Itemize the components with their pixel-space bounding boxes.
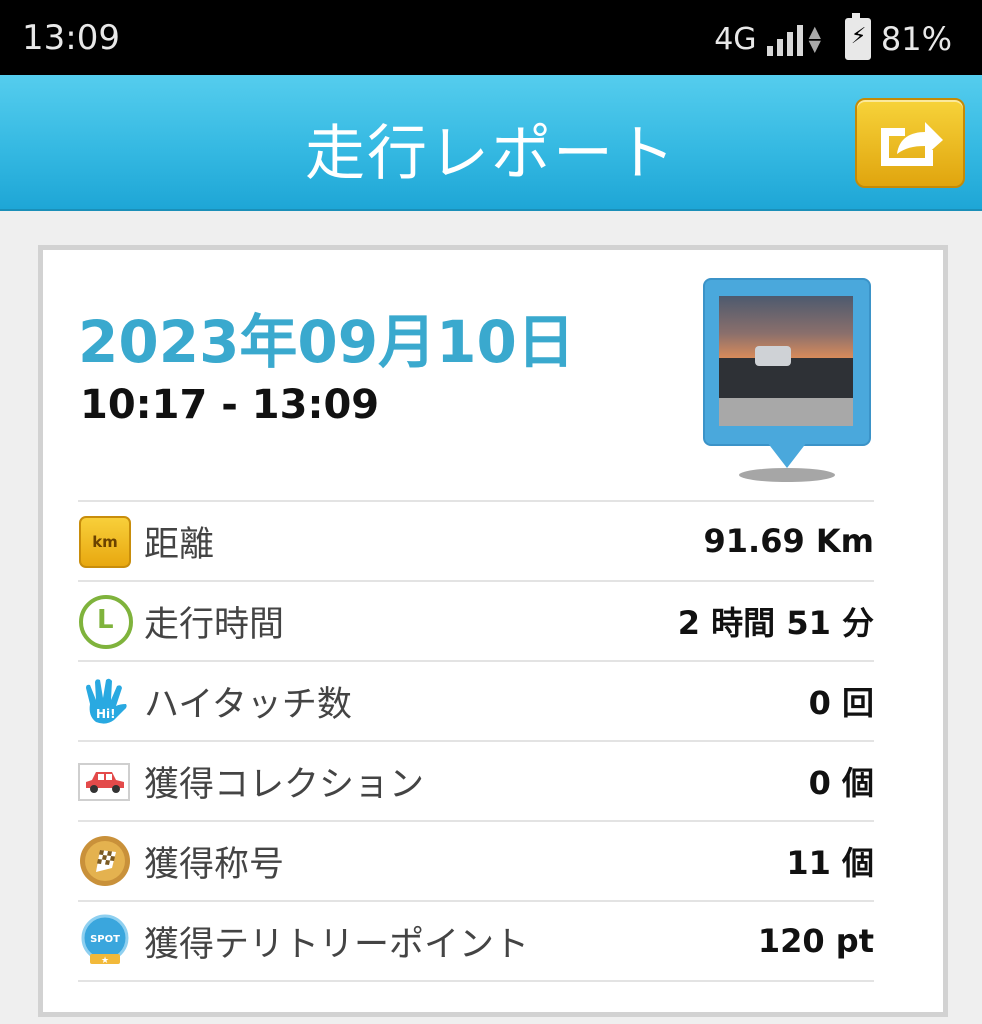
stat-value: 0 回 [808,684,874,722]
status-bar: 13:09 4G ▲ ▼ ⚡ 81% [0,0,982,75]
stat-row-collection: 獲得コレクション 0 個 [78,740,874,820]
stat-value: 120 pt [757,922,874,960]
app-header: 走行レポート [0,75,982,211]
stat-row-distance: km 距離 91.69 Km [78,500,874,580]
photo-pin-thumbnail[interactable] [703,278,873,488]
car-icon [78,754,132,808]
stat-value: 11 個 [786,844,874,882]
page-title: 走行レポート [305,119,677,189]
pin-frame [703,278,871,446]
network-type: 4G [714,21,757,57]
report-card: 2023年09月10日 10:17 - 13:09 km 距離 91.69 Km [38,245,948,1017]
stat-value: 2 時間 51 分 [677,604,874,642]
checkered-flag-medal-icon [78,834,132,888]
share-icon [881,122,943,166]
stat-value: 0 個 [808,764,874,802]
svg-text:SPOT: SPOT [90,934,120,945]
stat-row-drive-time: 走行時間 2 時間 51 分 [78,580,874,660]
stats-list: km 距離 91.69 Km 走行時間 2 時間 51 分 Hi! ハイタッチ数… [78,500,874,982]
stat-row-titles: 獲得称号 11 個 [78,820,874,900]
stat-label: 距離 [144,524,215,565]
data-arrows-icon: ▲ ▼ [808,22,821,55]
stat-label: 獲得コレクション [144,764,425,805]
pin-tail [767,442,807,468]
battery-percent: 81% [880,20,952,58]
stat-label: 獲得称号 [144,844,285,885]
stat-row-territory-points: SPOT ★ 獲得テリトリーポイント 120 pt [78,900,874,982]
stat-label: 走行時間 [144,604,285,645]
stat-label: ハイタッチ数 [144,684,352,725]
trip-photo [719,296,853,426]
stat-label: 獲得テリトリーポイント [144,924,530,965]
svg-text:Hi!: Hi! [96,707,116,721]
report-time-range: 10:17 - 13:09 [80,382,380,428]
status-indicators: 4G ▲ ▼ ⚡ 81% [714,13,952,60]
stat-value: 91.69 Km [703,522,875,560]
km-icon: km [78,514,132,568]
hand-icon: Hi! [78,674,132,728]
stat-row-high-touch: Hi! ハイタッチ数 0 回 [78,660,874,740]
clock-icon [78,594,133,649]
svg-text:★: ★ [101,956,109,966]
signal-icon [766,22,803,56]
status-time: 13:09 [22,18,120,58]
share-button[interactable] [855,98,965,188]
spot-badge-icon: SPOT ★ [78,914,132,968]
report-date: 2023年09月10日 [78,308,575,376]
pin-shadow [739,468,835,482]
battery-icon: ⚡ [844,13,871,60]
